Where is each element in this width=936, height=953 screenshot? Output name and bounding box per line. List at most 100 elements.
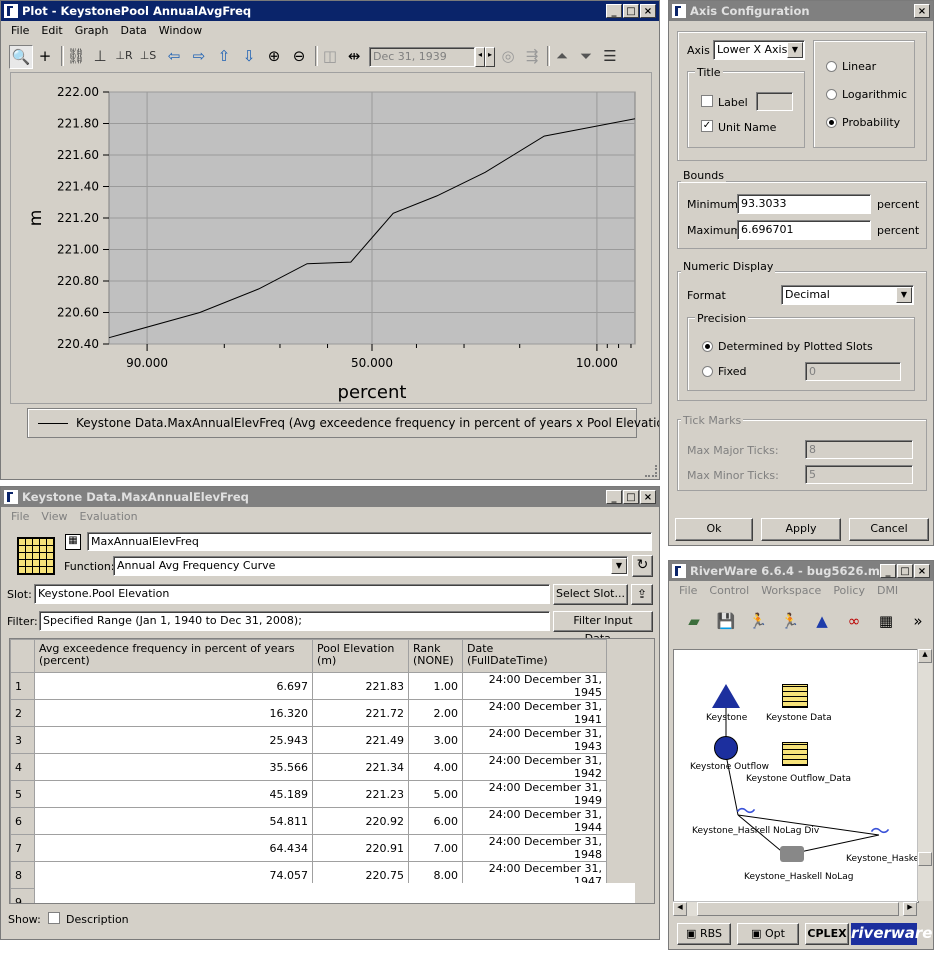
bar-down-icon[interactable]: ⏷ [575, 45, 597, 67]
haskell-reach-icon[interactable]: 〜 [870, 821, 898, 841]
workspace-canvas[interactable]: Keystone Keystone Data Keystone Outflow … [673, 649, 919, 903]
max-major-ticks-spinner[interactable]: 8 [805, 440, 913, 459]
unit-name-checkbox[interactable]: ✓ [701, 120, 713, 132]
save-icon[interactable]: 💾 [715, 610, 737, 632]
axis-right-icon[interactable]: ⊥R [113, 45, 135, 67]
keystone-reservoir-icon[interactable] [712, 684, 740, 708]
column-header[interactable]: Pool Elevation (m) [312, 639, 409, 673]
vertical-scroll-thumb[interactable] [918, 852, 932, 866]
column-header[interactable]: Date (FullDateTime) [462, 639, 607, 673]
axis-dropdown-arrow[interactable]: ▼ [787, 42, 803, 58]
minimize-button[interactable]: _ [880, 564, 896, 578]
bar-up-icon[interactable]: ⏶ [551, 45, 573, 67]
open-slot-button[interactable]: ⇪ [631, 584, 653, 605]
date-prev-button[interactable]: ◂ [475, 47, 485, 67]
label-checkbox[interactable] [701, 95, 713, 107]
maximize-button[interactable]: □ [623, 4, 639, 18]
row-number[interactable]: 9 [10, 888, 35, 903]
row-number[interactable]: 5 [10, 780, 35, 808]
refresh-button[interactable]: ↻ [632, 555, 653, 577]
optimize-icon[interactable]: ∞ [843, 610, 865, 632]
triangle-icon[interactable]: ▲ [811, 610, 833, 632]
minimize-button[interactable]: _ [606, 4, 622, 18]
table-cell[interactable]: 221.23 [312, 780, 409, 808]
precision-fixed-radio[interactable] [702, 366, 713, 377]
menu-policy[interactable]: Policy [827, 584, 871, 597]
table-cell[interactable]: 35.566 [34, 753, 313, 781]
minimize-button[interactable]: _ [606, 490, 622, 504]
link-icon[interactable]: ⛓ [65, 45, 87, 67]
row-number[interactable]: 8 [10, 861, 35, 889]
cplex-button[interactable]: CPLEX [805, 923, 849, 945]
table-cell[interactable]: 25.943 [34, 726, 313, 754]
function-dropdown-arrow[interactable]: ▼ [611, 558, 627, 574]
format-select[interactable]: Decimal [781, 285, 914, 305]
keystone-outflow-icon[interactable] [714, 736, 738, 760]
zoom-in-icon[interactable]: ⊕ [263, 45, 285, 67]
plot-window-titlebar[interactable]: Plot - KeystonePool AnnualAvgFreq _ □ × [1, 1, 659, 21]
menu-workspace[interactable]: Workspace [755, 584, 827, 597]
resize-grip-icon[interactable] [645, 465, 657, 477]
keystone-outflow-data-icon[interactable] [782, 742, 808, 766]
table-cell[interactable]: 45.189 [34, 780, 313, 808]
run-icon[interactable]: 🏃 [747, 610, 769, 632]
export-icon[interactable]: ⇶ [521, 45, 543, 67]
table-cell[interactable]: 221.34 [312, 753, 409, 781]
description-checkbox[interactable] [48, 912, 60, 924]
label-text-field[interactable] [756, 92, 793, 111]
nolag-diversion-icon[interactable] [780, 846, 804, 862]
table-cell[interactable]: 220.92 [312, 807, 409, 835]
maximum-field[interactable]: 6.696701 [737, 220, 871, 240]
menu-file[interactable]: File [5, 24, 35, 37]
table-cell[interactable]: 220.91 [312, 834, 409, 862]
menu-dmi[interactable]: DMI [871, 584, 904, 597]
table-cell[interactable]: 24:00 December 31, 1949 [462, 780, 607, 808]
table-cell[interactable]: 24:00 December 31, 1943 [462, 726, 607, 754]
series-name-field[interactable]: MaxAnnualElevFreq [87, 532, 652, 551]
row-number[interactable]: 6 [10, 807, 35, 835]
split-icon[interactable]: ⇹ [343, 45, 365, 67]
riverware-titlebar[interactable]: RiverWare 6.6.4 - bug5626.mdl _ □ × [669, 561, 933, 581]
axis-scale-icon[interactable]: ⊥S [137, 45, 159, 67]
table-row[interactable]: 7 64.434 220.91 7.00 24:00 December 31, 1948 [10, 834, 607, 862]
row-number[interactable]: 7 [10, 834, 35, 862]
function-select[interactable]: Annual Avg Frequency Curve [113, 556, 628, 576]
table-cell[interactable]: 6.00 [408, 807, 463, 835]
filter-input-button[interactable]: Filter Input Data... [553, 611, 653, 645]
select-slot-button[interactable]: Select Slot... [553, 584, 628, 605]
minimum-field[interactable]: 93.3033 [737, 194, 871, 214]
rbs-status-button[interactable]: ▣ RBS [677, 923, 731, 945]
probability-radio[interactable] [826, 117, 837, 128]
menu-graph[interactable]: Graph [69, 24, 115, 37]
table-cell[interactable]: 24:00 December 31, 1942 [462, 753, 607, 781]
maximize-button[interactable]: □ [897, 564, 913, 578]
table-row[interactable]: 2 16.320 221.72 2.00 24:00 December 31, 1941 [10, 699, 607, 727]
series-window-titlebar[interactable]: Keystone Data.MaxAnnualElevFreq _ □ × [1, 487, 659, 507]
keystone-data-icon[interactable] [782, 684, 808, 708]
arrow-down-icon[interactable]: ⇩ [238, 45, 260, 67]
max-minor-ticks-spinner[interactable]: 5 [805, 465, 913, 484]
column-header[interactable]: Rank (NONE) [408, 639, 463, 673]
column-header[interactable]: Avg exceedence frequency in percent of y… [34, 639, 313, 673]
grid-icon[interactable]: ▦ [875, 610, 897, 632]
ok-button[interactable]: Ok [675, 518, 753, 541]
menu-view[interactable]: View [35, 510, 73, 523]
table-cell[interactable]: 221.49 [312, 726, 409, 754]
table-row[interactable]: 3 25.943 221.49 3.00 24:00 December 31, 1943 [10, 726, 607, 754]
crosshair-icon[interactable]: + [34, 45, 56, 67]
table-cell[interactable]: 5.00 [408, 780, 463, 808]
close-button[interactable]: × [640, 4, 656, 18]
close-button[interactable]: × [640, 490, 656, 504]
vertical-scrollbar[interactable]: ▲ [917, 649, 932, 901]
menu-data[interactable]: Data [114, 24, 152, 37]
table-row[interactable]: 4 35.566 221.34 4.00 24:00 December 31, 1942 [10, 753, 607, 781]
zoom-select-icon[interactable]: 🔍 [9, 45, 33, 69]
table-cell[interactable]: 16.320 [34, 699, 313, 727]
format-dropdown-arrow[interactable]: ▼ [896, 287, 912, 303]
menu-control[interactable]: Control [703, 584, 755, 597]
close-button[interactable]: × [914, 564, 930, 578]
linear-radio[interactable] [826, 61, 837, 72]
logarithmic-radio[interactable] [826, 89, 837, 100]
row-number[interactable]: 2 [10, 699, 35, 727]
table-cell[interactable]: 4.00 [408, 753, 463, 781]
